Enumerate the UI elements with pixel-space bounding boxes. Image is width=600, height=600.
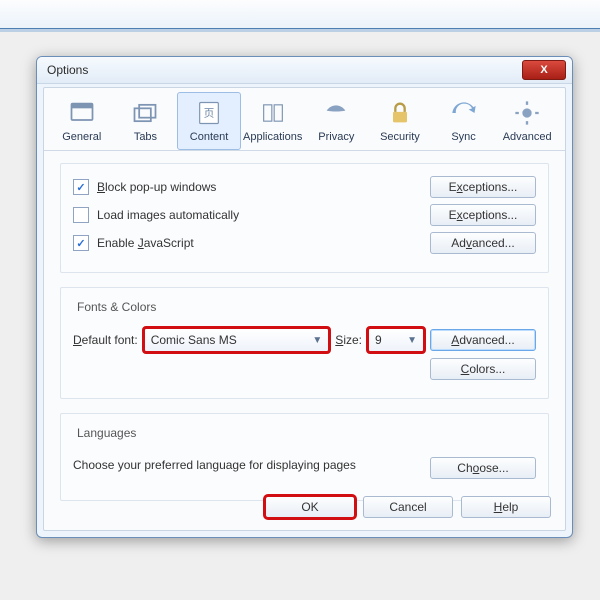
dialog-title: Options (47, 63, 88, 77)
category-tabs: General Tabs 页 Content Applications Priv… (44, 88, 565, 151)
choose-language-button[interactable]: Choose... (430, 457, 536, 479)
js-label: Enable JavaScript (97, 236, 430, 250)
tab-label: Privacy (318, 131, 354, 143)
popup-label: BBlock pop-up windowslock pop-up windows (97, 180, 430, 194)
tab-label: Security (380, 131, 420, 143)
tab-general[interactable]: General (50, 92, 114, 150)
security-icon (384, 97, 416, 129)
tab-content[interactable]: 页 Content (177, 92, 241, 150)
checkbox-js[interactable]: ✓ (73, 235, 89, 251)
decorative-divider (0, 29, 600, 32)
close-icon: X (540, 64, 547, 76)
default-font-label: Default font: (73, 333, 138, 347)
dialog-buttons: OK Cancel Help (265, 496, 551, 518)
fonts-group-title: Fonts & Colors (73, 300, 160, 314)
default-font-value: Comic Sans MS (151, 333, 237, 347)
cancel-button[interactable]: Cancel (363, 496, 453, 518)
chevron-down-icon: ▼ (312, 335, 322, 346)
advanced-js-button[interactable]: Advanced... (430, 232, 536, 254)
tab-label: Advanced (503, 131, 552, 143)
tab-advanced[interactable]: Advanced (495, 92, 559, 150)
font-size-value: 9 (375, 333, 382, 347)
tabs-icon (129, 97, 161, 129)
tab-label: Applications (243, 131, 302, 143)
dialog-titlebar[interactable]: Options X (37, 57, 572, 84)
checkbox-images[interactable]: ✓ (73, 207, 89, 223)
advanced-icon (511, 97, 543, 129)
tab-tabs[interactable]: Tabs (114, 92, 178, 150)
tab-applications[interactable]: Applications (241, 92, 305, 150)
svg-text:页: 页 (204, 108, 215, 120)
dialog-body: General Tabs 页 Content Applications Priv… (43, 87, 566, 531)
default-font-select[interactable]: Comic Sans MS ▼ (144, 328, 330, 352)
general-icon (66, 97, 98, 129)
tab-privacy[interactable]: Privacy (305, 92, 369, 150)
size-label: Size: (335, 333, 362, 347)
fonts-advanced-button[interactable]: Advanced... (430, 329, 536, 351)
colors-button[interactable]: Colors... (430, 358, 536, 380)
tab-label: Content (190, 131, 229, 143)
content-icon: 页 (193, 97, 225, 129)
chevron-down-icon: ▼ (407, 335, 417, 346)
content-pane: ✓ BBlock pop-up windowslock pop-up windo… (44, 151, 565, 527)
applications-icon (257, 97, 289, 129)
languages-group-title: Languages (73, 426, 140, 440)
checkbox-popup[interactable]: ✓ (73, 179, 89, 195)
parent-window-titlebar (0, 0, 600, 29)
exceptions-images-button[interactable]: Exceptions... (430, 204, 536, 226)
font-size-select[interactable]: 9 ▼ (368, 328, 424, 352)
sync-icon (448, 97, 480, 129)
tab-security[interactable]: Security (368, 92, 432, 150)
tab-label: Sync (451, 131, 475, 143)
exceptions-popup-button[interactable]: Exceptions... (430, 176, 536, 198)
close-button[interactable]: X (522, 60, 566, 80)
tab-sync[interactable]: Sync (432, 92, 496, 150)
tab-label: General (62, 131, 101, 143)
help-button[interactable]: Help (461, 496, 551, 518)
ok-button[interactable]: OK (265, 496, 355, 518)
tab-label: Tabs (134, 131, 157, 143)
options-dialog: Options X General Tabs 页 Content Applica… (36, 56, 573, 538)
languages-desc: Choose your preferred language for displ… (73, 458, 430, 472)
images-label: Load images automatically (97, 208, 430, 222)
privacy-icon (320, 97, 352, 129)
